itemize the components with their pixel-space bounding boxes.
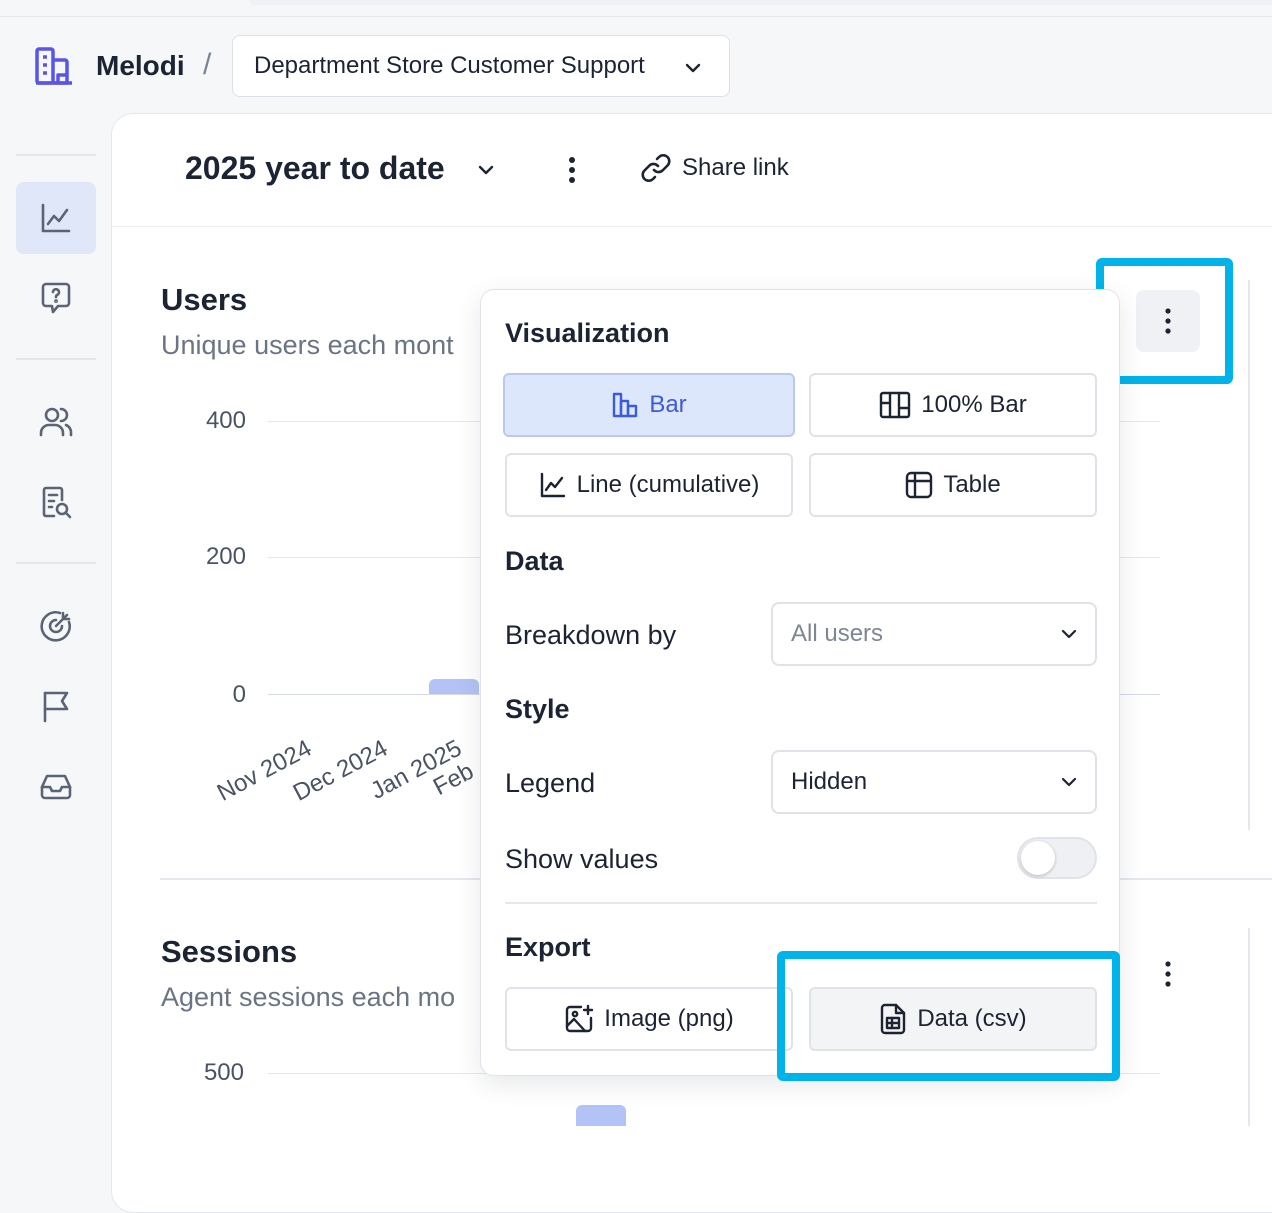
users-chart-subtitle: Unique users each mont xyxy=(161,330,454,360)
chevron-down-icon xyxy=(685,63,701,73)
flag-icon xyxy=(43,691,69,723)
stacked-bar-icon xyxy=(880,391,911,419)
project-selector[interactable]: Department Store Customer Support xyxy=(232,35,730,97)
export-image-label: Image (png) xyxy=(604,1005,734,1032)
message-question-icon xyxy=(41,282,71,314)
show-values-label: Show values xyxy=(505,844,659,874)
viz-option-label: Line (cumulative) xyxy=(576,471,760,498)
sidebar-item-reports[interactable] xyxy=(16,466,96,538)
legend-select[interactable]: Hidden xyxy=(771,750,1097,814)
sidebar-item-analytics[interactable] xyxy=(16,182,96,254)
toggle-knob xyxy=(1021,841,1055,875)
breakdown-value: All users xyxy=(791,620,884,647)
brand-name[interactable]: Melodi xyxy=(96,50,185,82)
viz-option-bar[interactable]: Bar xyxy=(503,373,795,437)
table-icon xyxy=(906,471,933,499)
users-chart-title: Users xyxy=(161,282,248,317)
export-image-button[interactable]: Image (png) xyxy=(505,987,793,1051)
line-chart-icon xyxy=(41,203,71,233)
document-search-icon xyxy=(42,486,72,519)
bar-chart-icon xyxy=(613,392,638,418)
link-icon xyxy=(641,154,671,182)
sessions-chart-subtitle: Agent sessions each mo xyxy=(161,982,456,1012)
chevron-down-icon xyxy=(1061,629,1077,639)
export-data-label: Data (csv) xyxy=(917,1005,1027,1032)
viz-option-label: Bar xyxy=(649,391,687,418)
card-header-divider xyxy=(112,226,1272,227)
sidebar-item-feedback[interactable] xyxy=(16,262,96,334)
inbox-icon xyxy=(40,774,72,800)
browser-tab-strip xyxy=(250,0,1272,5)
right-rail xyxy=(1248,928,1250,1126)
legend-label: Legend xyxy=(505,768,596,798)
breakdown-label: Breakdown by xyxy=(505,620,677,650)
chart-options-popover: Visualization Bar 100% Bar Line (cumulat… xyxy=(480,289,1120,1076)
sidebar-item-goals[interactable] xyxy=(16,590,96,662)
sidebar-divider xyxy=(16,562,96,564)
y-tick-label: 0 xyxy=(232,681,246,708)
viz-option-100-bar[interactable]: 100% Bar xyxy=(809,373,1097,437)
chevron-down-icon xyxy=(1061,777,1077,787)
more-options-icon xyxy=(1165,961,1171,987)
period-selector[interactable]: 2025 year to date xyxy=(185,150,445,187)
line-chart-icon xyxy=(540,472,565,498)
export-heading: Export xyxy=(505,932,591,962)
data-heading: Data xyxy=(505,546,564,576)
sessions-chart-options-button[interactable] xyxy=(1152,956,1184,992)
sidebar-divider xyxy=(16,154,96,156)
users-chart-options-button[interactable] xyxy=(1136,290,1200,352)
y-tick-label: 500 xyxy=(203,1059,244,1086)
sessions-bar xyxy=(576,1105,626,1126)
visualization-heading: Visualization xyxy=(505,318,670,348)
right-rail xyxy=(1248,280,1250,830)
style-heading: Style xyxy=(505,694,570,724)
sessions-chart-title: Sessions xyxy=(161,934,298,969)
export-data-button[interactable]: Data (csv) xyxy=(809,987,1097,1051)
sidebar-item-inbox[interactable] xyxy=(16,750,96,822)
users-bar xyxy=(429,678,479,694)
more-options-icon[interactable] xyxy=(556,152,588,188)
users-icon xyxy=(39,407,73,437)
sidebar-item-users[interactable] xyxy=(16,386,96,458)
viz-option-label: 100% Bar xyxy=(921,391,1027,418)
share-link-label: Share link xyxy=(682,154,789,181)
y-tick-label: 400 xyxy=(205,407,246,434)
more-options-icon xyxy=(1165,308,1171,334)
building-logo-icon[interactable] xyxy=(34,46,78,86)
breakdown-select[interactable]: All users xyxy=(771,602,1097,666)
legend-value: Hidden xyxy=(791,768,868,795)
viz-option-table[interactable]: Table xyxy=(809,453,1097,517)
project-name: Department Store Customer Support xyxy=(254,52,645,79)
viz-option-line[interactable]: Line (cumulative) xyxy=(505,453,793,517)
image-plus-icon xyxy=(566,1004,594,1033)
y-tick-label: 200 xyxy=(205,543,246,570)
sidebar-item-flags[interactable] xyxy=(16,670,96,742)
sidebar-divider xyxy=(16,358,96,360)
top-divider xyxy=(0,16,1272,17)
share-link-button[interactable]: Share link xyxy=(640,152,789,184)
popover-divider xyxy=(505,902,1097,904)
viz-option-label: Table xyxy=(943,471,1001,498)
show-values-toggle[interactable] xyxy=(1017,837,1097,879)
file-spreadsheet-icon xyxy=(881,1003,906,1035)
target-icon xyxy=(40,611,71,642)
chevron-down-icon[interactable] xyxy=(476,160,496,180)
breadcrumb-separator: / xyxy=(203,48,212,81)
